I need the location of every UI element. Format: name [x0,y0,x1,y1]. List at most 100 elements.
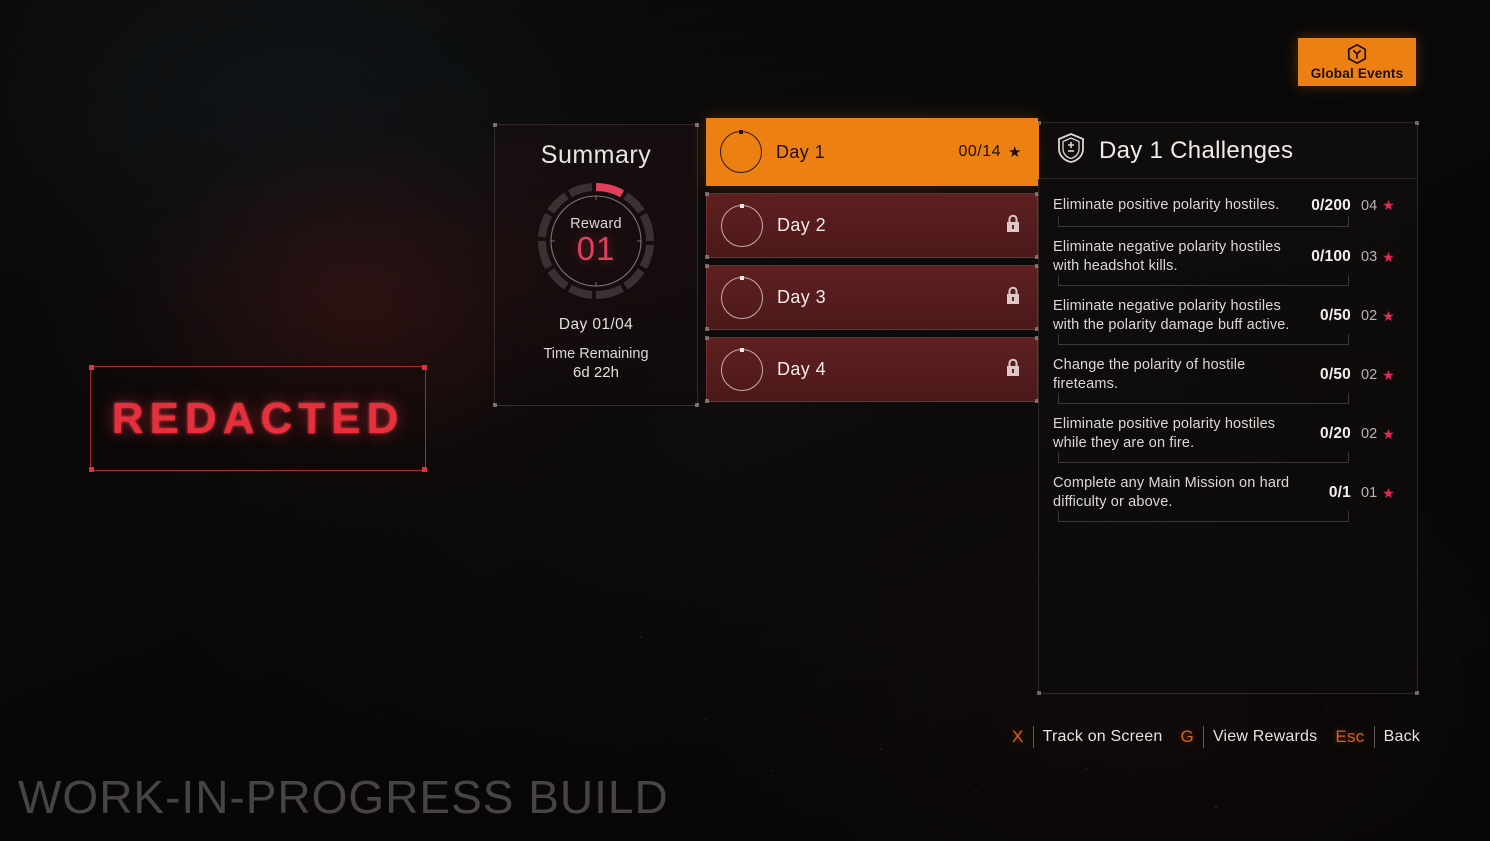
challenge-star-count: 02 [1361,308,1378,324]
background-speck [1085,768,1087,770]
challenge-description: Eliminate negative polarity hostiles wit… [1053,239,1281,274]
keybind-separator [1202,726,1204,748]
keybind-view-rewards[interactable]: G View Rewards [1180,726,1317,748]
summary-title: Summary [540,141,652,169]
challenge-progress-bar [1058,275,1349,286]
challenge-star-reward: 02 ★ [1361,308,1403,325]
background-speck [1215,806,1217,808]
day-tab-label: Day 2 [777,215,827,235]
background-speck [1325,706,1327,708]
star-icon: ★ [1382,425,1395,442]
redacted-text: REDACTED [111,393,405,443]
keybind-key: G [1180,727,1194,746]
day-tab-day-3[interactable]: Day 3 [705,264,1039,331]
background-speck [705,718,707,720]
reward-value: 01 [576,229,616,267]
challenge-star-count: 02 [1361,367,1378,383]
day-tab-day-1[interactable]: Day 1 00/14 ★ [706,118,1038,186]
corner-marker [89,365,94,370]
background-speck [855,828,857,830]
day-tab-day-2[interactable]: Day 2 [705,192,1039,259]
star-icon: ★ [1008,144,1022,161]
challenge-progress: 0/200 [1311,196,1351,214]
game-screen: Global Events REDACTED Summary Reward 01… [0,0,1490,841]
background-speck [975,790,977,792]
reward-progress-ring: Reward 01 [537,182,655,300]
day-progress-circle-icon [721,275,763,319]
keybind-label: Track on Screen [1042,728,1163,745]
corner-marker [695,123,699,127]
corner-marker [422,467,427,472]
keybind-separator [1032,726,1034,748]
keybind-label: View Rewards [1212,728,1318,745]
day-tab-day-4[interactable]: Day 4 [705,336,1039,403]
challenge-row[interactable]: Eliminate negative polarity hostiles wit… [1053,227,1403,286]
challenge-description: Change the polarity of hostile fireteams… [1053,357,1246,392]
build-watermark: WORK-IN-PROGRESS BUILD [18,771,669,823]
global-events-label: Global Events [1310,66,1404,81]
challenge-progress: 0/20 [1320,425,1351,442]
challenge-description: Eliminate positive polarity hostiles. [1053,197,1280,213]
challenge-row[interactable]: Eliminate negative polarity hostiles wit… [1053,286,1403,345]
challenge-star-count: 01 [1361,485,1378,501]
day-progress-circle-icon [720,130,762,173]
keybind-separator [1373,726,1375,748]
keybind-key: X [1012,727,1024,746]
challenge-description: Complete any Main Mission on hard diffic… [1053,475,1290,510]
keybind-label: Back [1383,728,1420,745]
summary-panel: Summary Reward 01 Day 01/04 Time Remaini… [493,123,699,407]
challenge-progress-bar [1058,334,1349,345]
day-progress-circle-icon [721,347,763,391]
reward-center: Reward 01 [537,182,655,300]
background-speck [880,748,882,750]
summary-time-remaining-label: Time Remaining [543,346,649,362]
challenge-progress-bar [1058,511,1349,522]
challenge-star-reward: 01 ★ [1361,485,1403,502]
challenge-row[interactable]: Eliminate positive polarity hostiles. 0/… [1053,183,1403,227]
challenges-panel: Day 1 Challenges Eliminate positive pola… [1035,121,1419,695]
day-tab-list: Day 1 00/14 ★ Day 2 Day 3 Day 4 [705,118,1039,409]
shield-challenge-icon [1056,132,1086,169]
challenge-progress-bar [1058,452,1349,463]
challenge-star-count: 03 [1361,249,1378,265]
lock-icon [1005,214,1021,238]
redacted-panel: REDACTED [89,365,427,472]
keybind-bar: X Track on Screen G View Rewards Esc Bac… [1012,726,1420,748]
challenge-star-reward: 04 ★ [1361,197,1403,214]
challenge-row[interactable]: Eliminate positive polarity hostiles whi… [1053,404,1403,463]
challenge-progress-bar [1058,393,1349,404]
challenge-progress: 0/100 [1311,248,1351,265]
corner-marker [1415,691,1419,695]
day-progress-circle-icon [721,203,763,247]
star-icon: ★ [1382,307,1395,324]
background-speck [770,770,772,772]
challenge-star-reward: 02 ★ [1361,426,1403,443]
challenge-progress: 0/1 [1328,484,1351,501]
corner-marker [89,467,94,472]
day-tab-label: Day 1 [776,141,826,162]
global-events-button[interactable]: Global Events [1298,38,1416,86]
challenge-progress: 0/50 [1320,366,1351,383]
keybind-back[interactable]: Esc Back [1335,726,1420,748]
summary-day-progress: Day 01/04 [558,316,634,333]
challenge-progress-bar [1058,216,1349,227]
corner-marker [1037,691,1041,695]
day-tab-count: 00/14 ★ [959,143,1023,161]
challenge-row[interactable]: Change the polarity of hostile fireteams… [1053,345,1403,404]
challenge-description: Eliminate negative polarity hostiles wit… [1053,298,1290,333]
corner-marker [1415,121,1419,125]
corner-marker [493,123,497,127]
challenge-list: Eliminate positive polarity hostiles. 0/… [1039,179,1417,522]
star-icon: ★ [1382,248,1395,265]
panel-accent-strip [1035,123,1039,179]
star-icon: ★ [1382,366,1395,383]
corner-marker [493,403,497,407]
challenge-star-count: 02 [1361,426,1378,442]
challenges-title: Day 1 Challenges [1099,136,1294,164]
challenge-progress: 0/50 [1320,307,1351,324]
challenge-star-reward: 02 ★ [1361,367,1403,384]
challenge-row[interactable]: Complete any Main Mission on hard diffic… [1053,463,1403,522]
keybind-track-on-screen[interactable]: X Track on Screen [1012,726,1162,748]
challenges-header: Day 1 Challenges [1039,123,1417,179]
lock-icon [1005,358,1021,382]
